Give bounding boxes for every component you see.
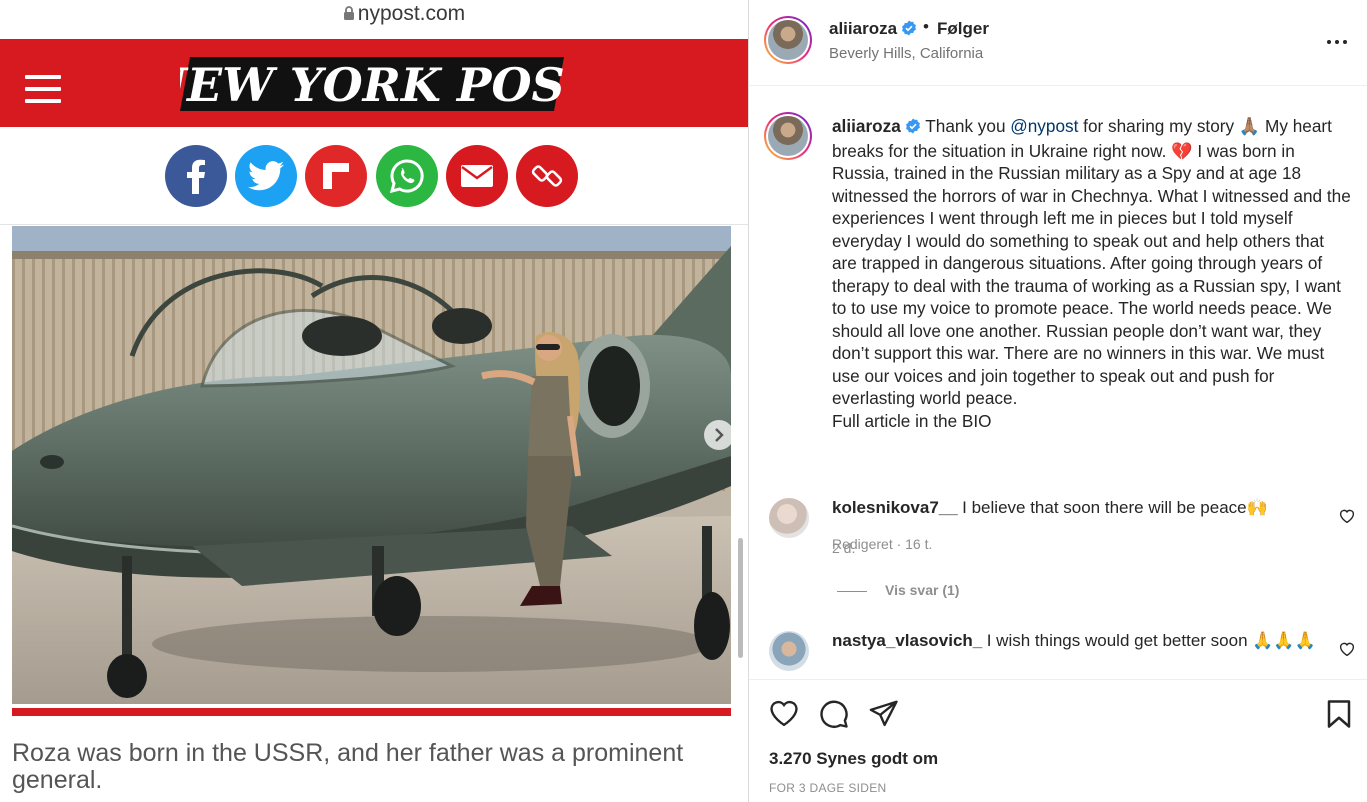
share-button[interactable]	[869, 699, 899, 732]
comment-button[interactable]	[819, 699, 849, 734]
profile-avatar[interactable]	[764, 16, 812, 64]
heart-icon	[770, 700, 798, 727]
comment-bubble-icon	[820, 700, 848, 728]
facebook-icon	[187, 159, 205, 194]
caption-mention-link[interactable]: @nypost	[1010, 116, 1078, 136]
nypost-article-screenshot: nypost.com NEW YORK POST	[0, 0, 748, 802]
twitter-share-button[interactable]	[235, 145, 297, 207]
nypost-logo[interactable]: NEW YORK POST	[180, 53, 564, 113]
comment-text: I wish things would get better soon 🙏🙏🙏	[986, 631, 1316, 650]
verified-badge-icon	[905, 117, 921, 140]
chevron-right-icon	[715, 428, 724, 442]
nypost-logo-text: NEW YORK POST	[180, 58, 564, 112]
facebook-share-button[interactable]	[165, 145, 227, 207]
share-buttons-row	[0, 127, 748, 225]
comment-row: kolesnikova7__ I believe that soon there…	[832, 498, 1332, 518]
comment-time[interactable]: 2 d.	[832, 540, 855, 556]
caption-footer-line: Full article in the BIO	[832, 410, 992, 431]
flipboard-icon	[323, 163, 349, 189]
comment-username[interactable]: kolesnikova7__	[832, 498, 958, 517]
post-header: aliiaroza • Følger Beverly Hills, Califo…	[749, 0, 1367, 86]
nypost-header: NEW YORK POST	[0, 39, 748, 127]
post-timestamp[interactable]: FOR 3 DAGE SIDEN	[769, 781, 887, 795]
browser-url-bar[interactable]: nypost.com	[0, 0, 748, 38]
comment-like-icon[interactable]	[1339, 509, 1355, 528]
view-replies-button[interactable]: Vis svar (1)	[837, 582, 959, 598]
bookmark-icon	[1327, 700, 1351, 728]
following-button[interactable]: Følger	[937, 19, 989, 39]
header-separator: •	[923, 17, 929, 36]
link-icon	[531, 165, 563, 187]
save-button[interactable]	[1326, 699, 1352, 734]
red-divider	[12, 708, 731, 716]
whatsapp-share-button[interactable]	[376, 145, 438, 207]
comment-username[interactable]: nastya_vlasovich_	[832, 631, 982, 650]
scrollbar-thumb[interactable]	[738, 538, 743, 658]
likes-count[interactable]: 3.270 Synes godt om	[769, 749, 938, 769]
twitter-icon	[248, 161, 284, 191]
photo-next-button[interactable]	[704, 420, 734, 450]
caption-body: for sharing my story 🙏🏽 My heart breaks …	[832, 116, 1351, 408]
caption-avatar[interactable]	[764, 112, 812, 160]
url-text: nypost.com	[357, 2, 466, 25]
photo-caption: Roza was born in the USSR, and her fathe…	[12, 739, 684, 794]
article-photo	[12, 226, 731, 704]
like-button[interactable]	[769, 699, 799, 732]
comment-row: nastya_vlasovich_ I wish things would ge…	[832, 631, 1332, 651]
comment-like-icon[interactable]	[1339, 642, 1355, 661]
caption-before-mention: Thank you	[925, 116, 1011, 136]
caption-text: aliiaroza Thank you @nypost for sharing …	[832, 115, 1352, 432]
lock-icon	[343, 1, 355, 29]
envelope-icon	[461, 165, 493, 187]
comment-avatar[interactable]	[769, 631, 809, 671]
verified-badge-icon	[901, 20, 917, 41]
copy-link-button[interactable]	[516, 145, 578, 207]
post-action-bar: 3.270 Synes godt om FOR 3 DAGE SIDEN	[749, 679, 1367, 802]
hamburger-menu-icon[interactable]	[25, 75, 61, 103]
flipboard-share-button[interactable]	[305, 145, 367, 207]
header-username[interactable]: aliiaroza	[829, 19, 917, 41]
post-location[interactable]: Beverly Hills, California	[829, 45, 983, 62]
comment-avatar[interactable]	[769, 498, 809, 538]
email-share-button[interactable]	[446, 145, 508, 207]
caption-username[interactable]: aliiaroza	[832, 116, 901, 136]
whatsapp-icon	[389, 159, 424, 194]
paper-plane-icon	[869, 700, 898, 727]
instagram-post-panel: aliiaroza • Følger Beverly Hills, Califo…	[749, 0, 1367, 802]
comment-text: I believe that soon there will be peace🙌	[962, 498, 1268, 517]
more-options-icon[interactable]	[1325, 32, 1349, 52]
